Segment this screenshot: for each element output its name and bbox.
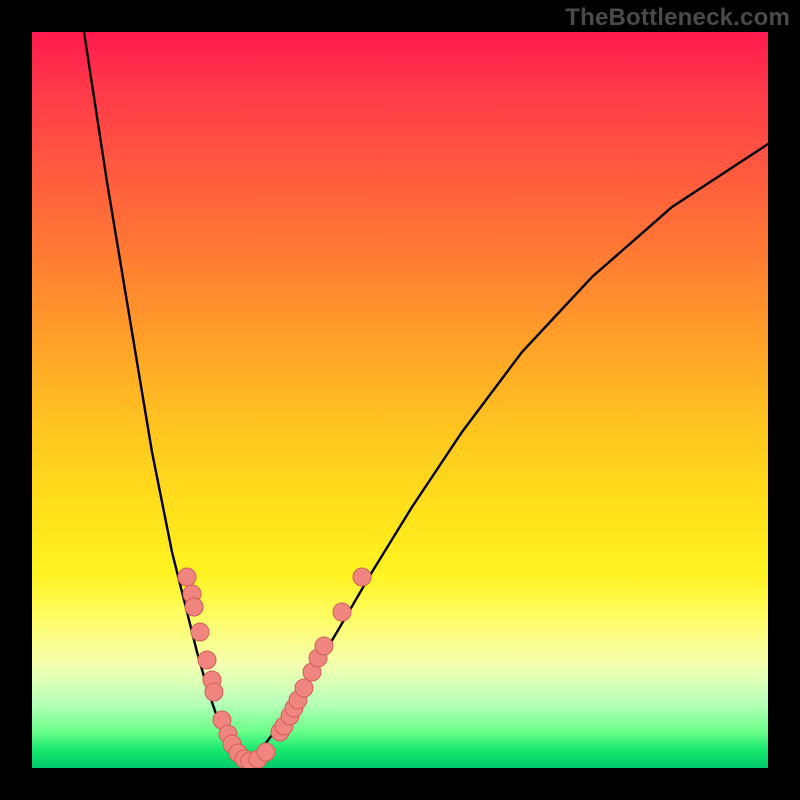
gradient-background <box>32 32 768 768</box>
plot-area <box>32 32 768 768</box>
watermark-text: TheBottleneck.com <box>565 4 790 32</box>
chart-stage: TheBottleneck.com <box>0 0 800 800</box>
